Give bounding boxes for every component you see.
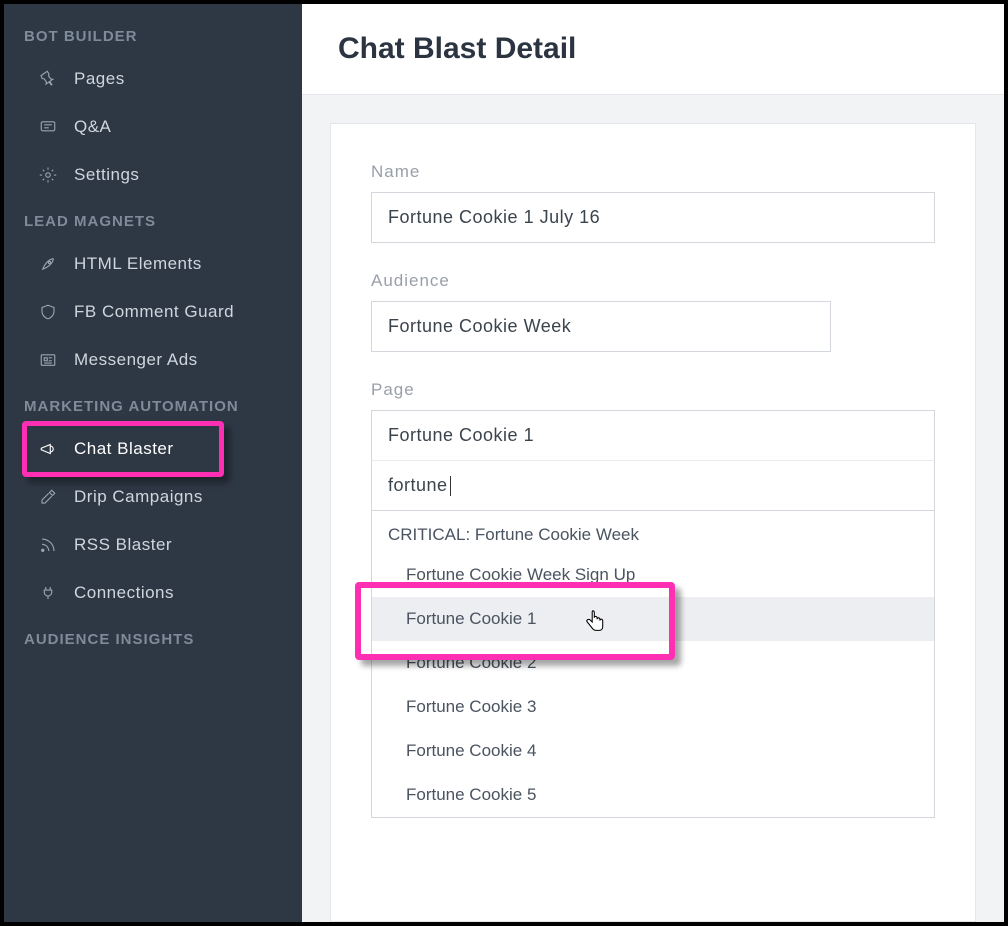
sidebar-item-qa[interactable]: Q&A [4,103,302,151]
text-caret [450,476,451,496]
sidebar-item-rss-blaster[interactable]: RSS Blaster [4,521,302,569]
rss-icon [38,535,58,555]
plug-icon [38,583,58,603]
sidebar-item-label: FB Comment Guard [74,302,234,322]
sidebar-item-label: Drip Campaigns [74,487,203,507]
sidebar: BOT BUILDER Pages Q&A Settings LEAD MAGN… [4,4,302,922]
page-title: Chat Blast Detail [302,4,1004,95]
sidebar-section-bot-builder: BOT BUILDER [4,14,302,55]
page-search-input[interactable]: fortune [371,461,935,511]
field-page: Page Fortune Cookie 1 fortune CRITICAL: … [371,380,935,818]
dropdown-option[interactable]: Fortune Cookie Week Sign Up [372,553,934,597]
chat-icon [38,117,58,137]
page-selected-value[interactable]: Fortune Cookie 1 [371,410,935,461]
dropdown-option[interactable]: Fortune Cookie 4 [372,729,934,773]
app-frame: BOT BUILDER Pages Q&A Settings LEAD MAGN… [0,0,1008,926]
sidebar-item-label: HTML Elements [74,254,202,274]
newspaper-icon [38,350,58,370]
sidebar-item-label: Pages [74,69,125,89]
form-card: Name Audience Page Fortune Cookie 1 fort… [330,123,976,922]
pushpin-icon [38,69,58,89]
sidebar-item-label: RSS Blaster [74,535,172,555]
eyedropper-icon [38,487,58,507]
page-dropdown: CRITICAL: Fortune Cookie Week Fortune Co… [371,511,935,818]
dropdown-option[interactable]: Fortune Cookie 1 [372,597,934,641]
sidebar-item-fb-comment-guard[interactable]: FB Comment Guard [4,288,302,336]
sidebar-section-lead-magnets: LEAD MAGNETS [4,199,302,240]
sidebar-item-label: Messenger Ads [74,350,198,370]
dropdown-option[interactable]: Fortune Cookie 5 [372,773,934,817]
gear-icon [38,165,58,185]
sidebar-section-audience-insights: AUDIENCE INSIGHTS [4,617,302,658]
sidebar-item-label: Chat Blaster [74,439,174,459]
dropdown-group-label: CRITICAL: Fortune Cookie Week [372,511,934,553]
page-label: Page [371,380,935,400]
sidebar-item-label: Connections [74,583,174,603]
dropdown-option[interactable]: Fortune Cookie 2 [372,641,934,685]
name-label: Name [371,162,935,182]
rocket-icon [38,254,58,274]
sidebar-item-label: Q&A [74,117,111,137]
sidebar-item-connections[interactable]: Connections [4,569,302,617]
sidebar-item-html-elements[interactable]: HTML Elements [4,240,302,288]
page-search-text: fortune [388,475,448,495]
sidebar-item-label: Settings [74,165,139,185]
field-name: Name [371,162,935,243]
sidebar-item-drip-campaigns[interactable]: Drip Campaigns [4,473,302,521]
dropdown-option[interactable]: Fortune Cookie 3 [372,685,934,729]
megaphone-icon [38,439,58,459]
field-audience: Audience [371,271,935,352]
sidebar-item-chat-blaster[interactable]: Chat Blaster [4,425,302,473]
main-panel: Chat Blast Detail Name Audience Page For… [302,4,1004,922]
sidebar-section-marketing-automation: MARKETING AUTOMATION [4,384,302,425]
shield-icon [38,302,58,322]
name-input[interactable] [371,192,935,243]
audience-label: Audience [371,271,935,291]
sidebar-item-pages[interactable]: Pages [4,55,302,103]
sidebar-item-messenger-ads[interactable]: Messenger Ads [4,336,302,384]
sidebar-item-settings[interactable]: Settings [4,151,302,199]
audience-input[interactable] [371,301,831,352]
